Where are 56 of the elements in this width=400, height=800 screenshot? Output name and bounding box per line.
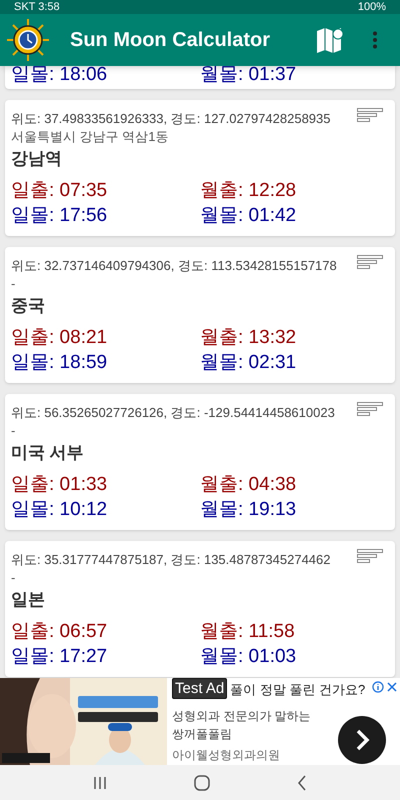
sort-lines-icon[interactable] xyxy=(357,255,383,270)
moonrise-time: 월출: 13:32 xyxy=(200,326,296,350)
moonrise-time: 월출: 12:28 xyxy=(200,179,296,203)
address-text: 서울특별시 강남구 역삼1동 xyxy=(11,128,168,146)
location-card[interactable]: 위도: 32.737146409794306, 경도: 113.53428155157178 - 중국 일출: 08:21 월출: 13:32 일몰: 18:59 월몰: 02:31 xyxy=(5,247,395,383)
ad-text: 성형외과 전문의가 말하는 xyxy=(172,708,311,724)
moonrise-time: 월출: 04:38 xyxy=(200,473,296,497)
coordinates-text: 위도: 56.35265027726126, 경도: -129.54414458610023 xyxy=(11,404,335,422)
moonrise-time: 월출: 11:58 xyxy=(200,620,295,644)
recent-apps-icon[interactable] xyxy=(93,776,108,790)
ad-label: Test Ad xyxy=(172,678,228,699)
sort-lines-icon[interactable] xyxy=(357,402,383,417)
sunrise-time: 일출: 01:33 xyxy=(11,473,108,497)
place-name: 강남역 xyxy=(11,148,62,170)
ad-banner[interactable]: Test Ad 풀이 정말 풀린 건가요? 성형외과 전문의가 말하는 쌍꺼풀풀림 아이웰성형외과의원 xyxy=(0,678,400,765)
home-icon[interactable] xyxy=(194,774,210,790)
sunrise-time: 일출: 06:57 xyxy=(11,620,108,644)
place-name: 일본 xyxy=(11,589,45,611)
more-options-icon[interactable] xyxy=(372,31,378,49)
ad-text: 쌍꺼풀풀림 xyxy=(172,726,232,742)
moonset-time: 월몰: 01:37 xyxy=(200,66,298,87)
next-arrow-button[interactable] xyxy=(338,716,386,764)
sunset-time: 일몰: 18:06 xyxy=(11,66,108,87)
coordinates-text: 위도: 35.31777447875187, 경도: 135.48787345274462 xyxy=(11,551,330,569)
sunset-time: 일몰: 10:12 xyxy=(11,498,108,522)
sunrise-time: 일출: 08:21 xyxy=(11,326,108,350)
moonset-time: 월몰: 02:31 xyxy=(200,351,296,375)
place-name: 미국 서부 xyxy=(11,442,84,464)
moonset-time: 월몰: 19:13 xyxy=(200,498,296,522)
sort-lines-icon[interactable] xyxy=(357,549,383,564)
moonset-time: 월몰: 01:42 xyxy=(200,204,296,228)
place-name: 중국 xyxy=(11,295,45,317)
coordinates-text: 위도: 37.49833561926333, 경도: 127.02797428258935 xyxy=(11,110,330,128)
coordinates-text: 위도: 32.737146409794306, 경도: 113.53428155157178 xyxy=(11,257,337,275)
location-card[interactable]: 일몰: 18:06 월몰: 01:37 xyxy=(5,66,395,89)
sunset-time: 일몰: 18:59 xyxy=(11,351,108,375)
back-icon[interactable] xyxy=(296,774,307,790)
status-time: SKT 3:58 xyxy=(14,0,60,14)
address-text: - xyxy=(11,422,16,440)
location-card[interactable]: 위도: 56.35265027726126, 경도: -129.54414458610023 - 미국 서부 일출: 01:33 월출: 04:38 일몰: 10:12 월몰: 19:13 xyxy=(5,394,395,530)
advertiser-name: 아이웰성형외과의원 xyxy=(172,747,280,763)
close-icon[interactable] xyxy=(387,682,397,692)
sunset-time: 일몰: 17:27 xyxy=(11,645,108,669)
moonset-time: 월몰: 01:03 xyxy=(200,645,296,669)
sun-clock-logo-icon xyxy=(6,18,50,62)
sort-lines-icon[interactable] xyxy=(357,108,383,123)
info-icon[interactable] xyxy=(372,681,384,693)
app-title: Sun Moon Calculator xyxy=(70,28,271,53)
location-card[interactable]: 위도: 35.31777447875187, 경도: 135.48787345274462 - 일본 일출: 06:57 월출: 11:58 일몰: 17:27 월몰: 01:03 xyxy=(5,541,395,677)
sunrise-time: 일출: 07:35 xyxy=(11,179,108,203)
address-text: - xyxy=(11,275,16,293)
address-text: - xyxy=(11,569,16,587)
ad-headline[interactable]: 풀이 정말 풀린 건가요? xyxy=(230,680,366,700)
location-card[interactable]: 위도: 37.49833561926333, 경도: 127.02797428258935 서울특별시 강남구 역삼1동 강남역 일출: 07:35 월출: 12:28 일몰: 17:56 월몰: 01:42 xyxy=(5,100,395,236)
sunset-time: 일몰: 17:56 xyxy=(11,204,108,228)
battery-text: 100% xyxy=(358,0,386,14)
